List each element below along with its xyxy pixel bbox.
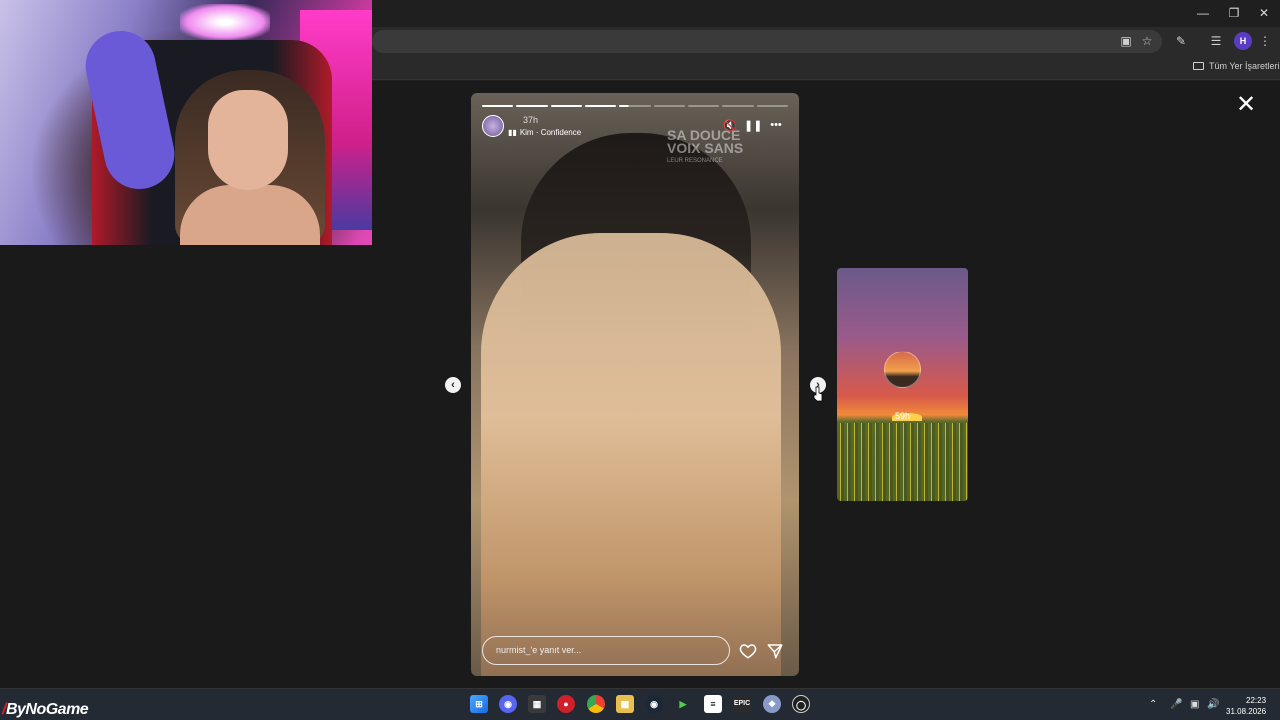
webcam-overlay — [0, 0, 372, 245]
epic-games-icon[interactable]: EPIC — [733, 695, 751, 713]
previous-story-arrow[interactable]: ‹ — [445, 377, 461, 393]
story-media-light — [481, 233, 781, 676]
media-control-icon[interactable]: ☰ — [1208, 33, 1224, 49]
chrome-icon[interactable] — [587, 695, 605, 713]
tray-chevron-icon[interactable]: ⌃ — [1149, 699, 1157, 710]
menu-kebab-icon[interactable]: ⋮ — [1257, 33, 1273, 49]
maximize-button[interactable]: ❐ — [1219, 4, 1249, 22]
profile-avatar[interactable]: H — [1234, 32, 1252, 50]
microphone-icon[interactable]: 🎤 — [1170, 699, 1182, 710]
music-bars-icon: ▮▮ — [508, 128, 517, 137]
file-manager-icon[interactable]: ▦ — [616, 695, 634, 713]
pause-icon[interactable]: ❚❚ — [744, 119, 762, 132]
progress-segment — [722, 105, 754, 107]
media-player-icon[interactable]: ▶ — [674, 695, 692, 713]
progress-segment — [619, 105, 651, 107]
story-music[interactable]: ▮▮ Kim · Confidence — [508, 128, 581, 137]
system-clock[interactable]: 22:23 31.08.2026 — [1226, 695, 1266, 717]
progress-segment — [482, 105, 514, 107]
next-story-avatar — [884, 351, 921, 388]
story-timestamp: 37h — [523, 115, 539, 125]
progress-segment — [584, 105, 617, 107]
webcam-streamer-face — [208, 90, 288, 190]
next-story-preview[interactable]: 59h — [837, 268, 968, 501]
extensions-icon[interactable]: ✎ — [1173, 33, 1189, 49]
obs-icon[interactable]: ◯ — [792, 695, 810, 713]
brand-text: ByNoGame — [5, 701, 89, 718]
next-story-timestamp: 59h — [894, 411, 911, 421]
progress-segment — [516, 105, 548, 107]
red-app-icon[interactable]: ● — [557, 695, 575, 713]
folder-icon — [1193, 62, 1204, 70]
screen: — ❐ ✕ ▣ ☆ ✎ ☰ H ⋮ Tüm Yer İşaretleri ✕ S… — [0, 0, 1280, 720]
steam-icon[interactable]: ◉ — [645, 695, 663, 713]
progress-segment — [756, 105, 788, 107]
address-bar[interactable] — [372, 30, 1162, 53]
minimize-button[interactable]: — — [1188, 4, 1218, 22]
story-card[interactable]: SA DOUCE VOIX SANS LEUR RESONANCE 37h ▮▮… — [471, 93, 799, 676]
story-user-avatar[interactable] — [482, 115, 504, 137]
story-wall-text: SA DOUCE VOIX SANS LEUR RESONANCE — [667, 128, 744, 168]
clock-time: 22:23 — [1246, 696, 1267, 705]
wall-text-line: VOIX SANS — [667, 140, 744, 156]
send-share-icon[interactable] — [766, 642, 784, 660]
hand-cursor-icon — [813, 386, 823, 402]
progress-segment — [687, 105, 720, 107]
store-icon[interactable]: ▦ — [528, 695, 546, 713]
volume-icon[interactable]: 🔊 — [1207, 699, 1219, 710]
network-icon[interactable]: ▣ — [1190, 699, 1199, 710]
all-bookmarks-label: Tüm Yer İşaretleri — [1209, 61, 1280, 71]
like-heart-icon[interactable] — [739, 642, 757, 660]
progress-segment — [653, 105, 685, 107]
brand-watermark: /ByNoGame — [2, 701, 89, 719]
more-options-icon[interactable]: ••• — [767, 119, 785, 131]
install-app-icon[interactable]: ▣ — [1118, 33, 1134, 49]
next-story-field — [837, 423, 968, 501]
story-progress-bar — [482, 105, 788, 107]
progress-segment — [550, 105, 582, 107]
close-window-button[interactable]: ✕ — [1249, 4, 1279, 22]
webcam-neon-light — [180, 4, 270, 40]
all-bookmarks-button[interactable]: Tüm Yer İşaretleri — [1193, 61, 1280, 71]
reply-input[interactable]: nurmist_'e yanıt ver... — [482, 636, 730, 665]
mute-icon[interactable]: 🔇 — [723, 119, 737, 132]
windows-start-icon[interactable]: ⊞ — [470, 695, 488, 713]
webcam-streamer-body — [180, 185, 320, 245]
bookmark-star-icon[interactable]: ☆ — [1139, 33, 1155, 49]
clock-date: 31.08.2026 — [1226, 707, 1267, 716]
discord-icon[interactable]: ◉ — [499, 695, 517, 713]
capcut-icon[interactable]: ≡ — [704, 695, 722, 713]
wall-text-line: LEUR RESONANCE — [667, 158, 723, 164]
windows-taskbar: /ByNoGame ⊞ ◉ ▦ ● ▦ ◉ ▶ ≡ EPIC ❖ ◯ ⌃ 🎤 ▣… — [0, 688, 1280, 720]
settings-app-icon[interactable]: ❖ — [763, 695, 781, 713]
close-story-icon[interactable]: ✕ — [1236, 93, 1256, 117]
music-label: Kim · Confidence — [519, 128, 582, 137]
